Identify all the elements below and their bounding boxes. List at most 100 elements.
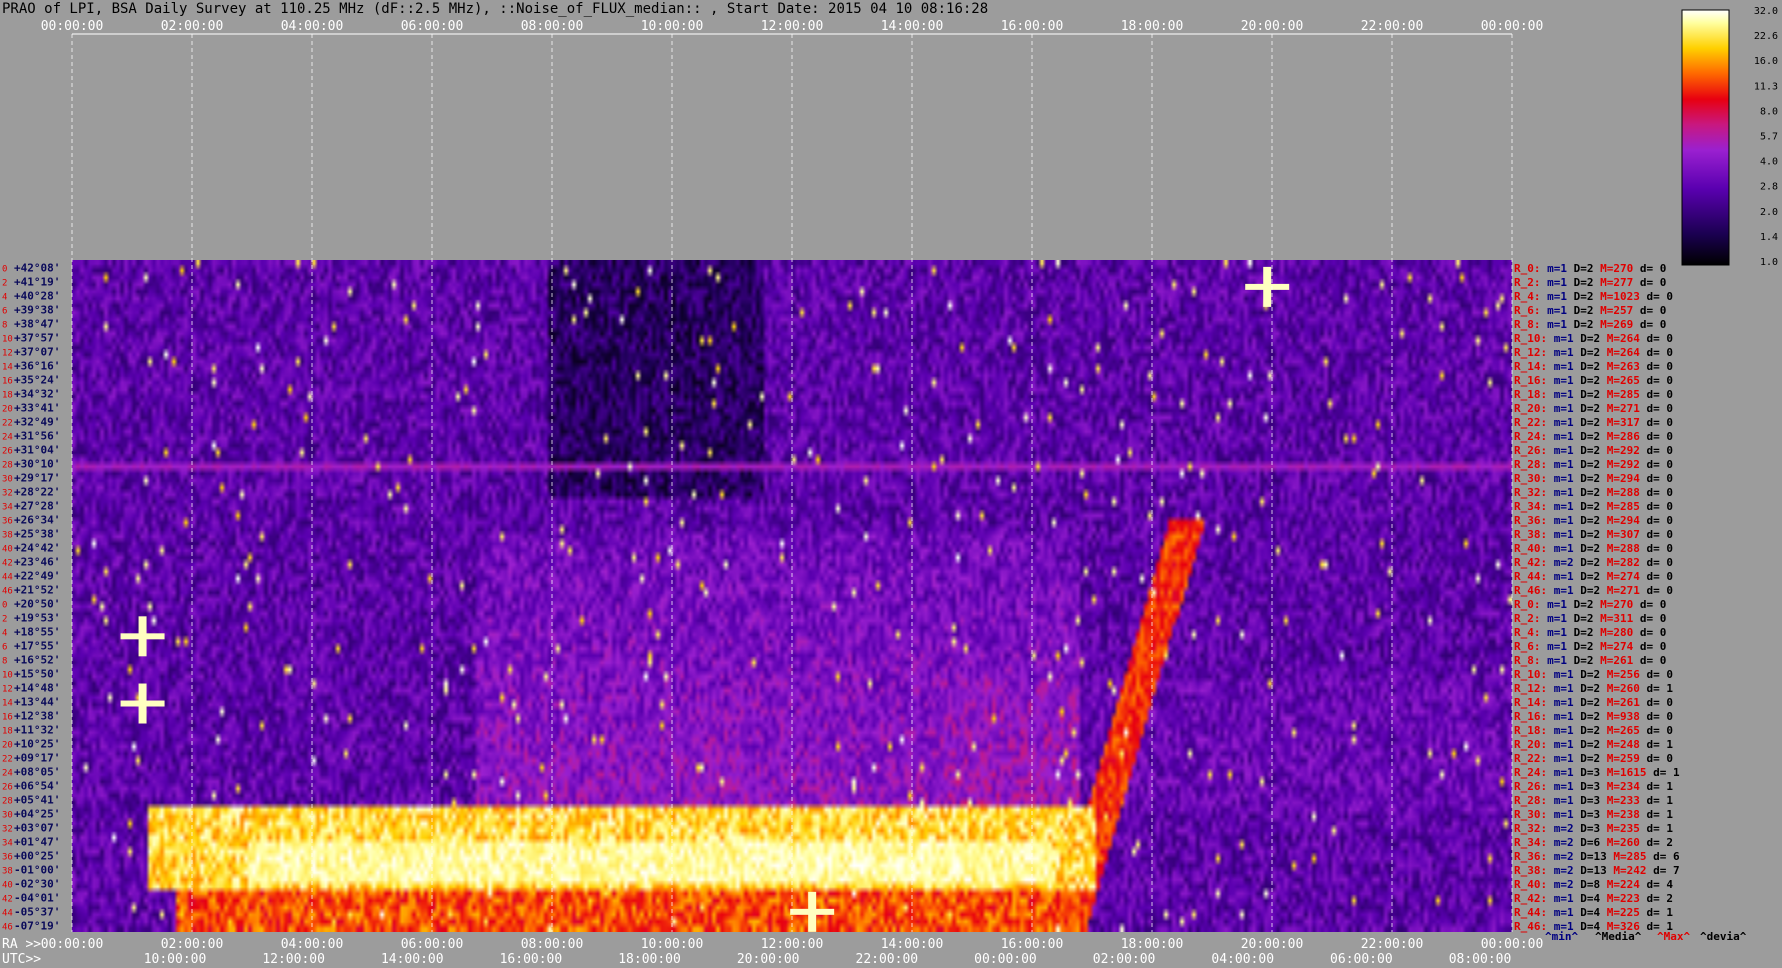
ra-tick-top-12: 00:00:00 [1481,19,1544,34]
declination-label: +04°25' [14,807,60,820]
row-stat-part: R_40: [1514,542,1554,555]
row-stat-part: m=1 [1554,780,1581,793]
ra-tick-bottom-4: 08:00:00 [521,937,584,952]
row-number: 42 [2,894,13,904]
row-stat-part: D=2 [1580,724,1607,737]
row-stat-part: d= 0 [1647,668,1674,681]
row-stat-part: R_0: [1514,262,1547,275]
row-number: 46 [2,586,13,596]
row-stat-part: d= 0 [1647,472,1674,485]
row-stat-part: m=1 [1554,444,1581,457]
bright-source-3 [790,908,835,915]
declination-label: +18°55' [14,625,60,638]
utc-tick-2: 14:00:00 [381,952,444,967]
row-stat-part: M=234 [1607,780,1647,793]
declination-label: +17°55' [14,639,60,652]
row-stat-part: m=1 [1547,318,1574,331]
colorbar-label-7: 2.8 [1760,182,1778,193]
row-stat-part: R_12: [1514,346,1554,359]
row-stat-part: R_26: [1514,780,1554,793]
row-stat-part: m=2 [1554,836,1581,849]
row-stat-part: M=326 [1607,920,1647,933]
colorbar-gradient [1681,9,1730,266]
row-stat-part: m=1 [1554,738,1581,751]
ra-axis-label: RA >> [2,937,41,952]
row-stat-part: R_4: [1514,290,1547,303]
declination-label: +31°56' [14,429,60,442]
row-stat-part: D=2 [1574,598,1601,611]
row-stat-part: M=285 [1613,850,1653,863]
row-stat-part: R_36: [1514,850,1554,863]
row-number: 30 [2,474,13,484]
declination-label: -07°19' [14,919,60,932]
row-stat-part: D=2 [1580,388,1607,401]
row-stat-part: d= 0 [1640,318,1667,331]
row-stat: R_40: m=2 D=8 M=224 d= 4 [1514,878,1673,891]
row-stat-part: M=223 [1607,892,1647,905]
row-stat-part: D=2 [1580,738,1607,751]
row-stat-part: d= 0 [1647,528,1674,541]
row-number: 46 [2,922,13,932]
row-stat: R_44: m=1 D=2 M=274 d= 0 [1514,570,1673,583]
row-stat-part: R_16: [1514,710,1554,723]
row-stat-part: D=2 [1580,528,1607,541]
row-stat: R_14: m=1 D=2 M=261 d= 0 [1514,696,1673,709]
row-stat-part: M=274 [1607,570,1647,583]
row-stat: R_22: m=1 D=2 M=317 d= 0 [1514,416,1673,429]
row-stat-part: d= 0 [1647,486,1674,499]
row-stat-part: D=4 [1580,920,1607,933]
row-stat-part: R_0: [1514,598,1547,611]
row-stat-part: m=1 [1554,766,1581,779]
row-number: 24 [2,768,13,778]
row-stat-part: R_2: [1514,612,1547,625]
row-stat-part: D=2 [1580,374,1607,387]
row-stat-part: m=1 [1554,514,1581,527]
row-stat-part: D=2 [1580,472,1607,485]
row-stat-part: D=2 [1580,556,1607,569]
row-stat-part: m=2 [1554,864,1581,877]
row-stat-part: m=2 [1554,822,1581,835]
ra-tick-top-6: 12:00:00 [761,19,824,34]
ra-tick-top-5: 10:00:00 [641,19,704,34]
row-stat-part: M=288 [1607,542,1647,555]
row-stat: R_16: m=1 D=2 M=265 d= 0 [1514,374,1673,387]
row-number: 38 [2,530,13,540]
row-stat: R_46: m=1 D=2 M=271 d= 0 [1514,584,1673,597]
stats-legend-3: ^devia^ [1700,930,1747,943]
row-stat: R_18: m=1 D=2 M=265 d= 0 [1514,724,1673,737]
row-stat-part: d= 0 [1647,542,1674,555]
colorbar-label-3: 11.3 [1754,81,1778,92]
row-stat-part: D=3 [1580,822,1607,835]
row-stat-part: R_26: [1514,444,1554,457]
declination-label: +37°57' [14,331,60,344]
row-stat-part: R_34: [1514,500,1554,513]
row-stat-part: R_30: [1514,472,1554,485]
row-stat: R_10: m=1 D=2 M=264 d= 0 [1514,332,1673,345]
row-stat: R_36: m=1 D=2 M=294 d= 0 [1514,514,1673,527]
row-stat: R_34: m=2 D=6 M=260 d= 2 [1514,836,1673,849]
row-stat-part: m=1 [1554,570,1581,583]
row-stat-part: D=2 [1580,402,1607,415]
row-number: 6 [2,642,7,652]
row-stat-part: m=1 [1547,276,1574,289]
bright-source-0 [1245,283,1290,290]
row-stat-part: M=271 [1607,402,1647,415]
row-stat-part: m=1 [1554,402,1581,415]
row-stat-part: m=2 [1554,878,1581,891]
row-stat: R_20: m=1 D=2 M=271 d= 0 [1514,402,1673,415]
row-number: 0 [2,600,7,610]
row-stat-part: m=1 [1554,724,1581,737]
row-stat-part: d= 0 [1647,444,1674,457]
utc-tick-4: 18:00:00 [618,952,681,967]
row-stat: R_24: m=1 D=3 M=1615 d= 1 [1514,766,1680,779]
row-stat-part: D=2 [1580,668,1607,681]
row-stat-part: m=1 [1554,472,1581,485]
colorbar-label-5: 5.7 [1760,132,1778,143]
declination-label: +39°38' [14,303,60,316]
row-stat-part: D=13 [1580,850,1613,863]
row-stat-part: M=233 [1607,794,1647,807]
declination-label: +32°49' [14,415,60,428]
row-number: 22 [2,418,13,428]
utc-tick-5: 20:00:00 [737,952,800,967]
declination-label: +28°22' [14,485,60,498]
